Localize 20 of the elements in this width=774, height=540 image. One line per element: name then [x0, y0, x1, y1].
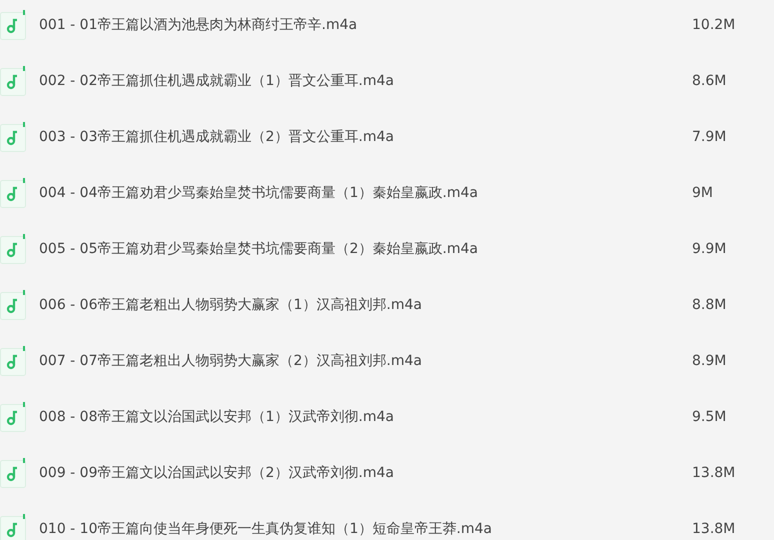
file-name[interactable]: 007 - 07帝王篇老粗出人物弱势大赢家（2）汉高祖刘邦.m4a	[39, 352, 692, 370]
file-name[interactable]: 005 - 05帝王篇劝君少骂秦始皇焚书坑儒要商量（2）秦始皇嬴政.m4a	[39, 240, 692, 258]
file-size: 8.9M	[692, 353, 728, 369]
file-name[interactable]: 010 - 10帝王篇向使当年身便死一生真伪复谁知（1）短命皇帝王莽.m4a	[39, 520, 692, 538]
file-name[interactable]: 002 - 02帝王篇抓住机遇成就霸业（1）晋文公重耳.m4a	[39, 72, 692, 90]
file-name[interactable]: 008 - 08帝王篇文以治国武以安邦（1）汉武帝刘彻.m4a	[39, 408, 692, 426]
file-size: 13.8M	[692, 521, 736, 537]
file-size: 8.8M	[692, 297, 728, 313]
file-size: 13.8M	[692, 465, 736, 481]
file-size: 8.6M	[692, 73, 728, 89]
file-size: 7.9M	[692, 129, 728, 145]
file-name[interactable]: 009 - 09帝王篇文以治国武以安邦（2）汉武帝刘彻.m4a	[39, 464, 692, 482]
file-name[interactable]: 004 - 04帝王篇劝君少骂秦始皇焚书坑儒要商量（1）秦始皇嬴政.m4a	[39, 184, 692, 202]
file-size: 9.5M	[692, 409, 728, 425]
file-size: 10.2M	[692, 17, 736, 33]
file-size: 9.9M	[692, 241, 728, 257]
file-name[interactable]: 006 - 06帝王篇老粗出人物弱势大赢家（1）汉高祖刘邦.m4a	[39, 296, 692, 314]
file-size: 9M	[692, 185, 714, 201]
file-name[interactable]: 003 - 03帝王篇抓住机遇成就霸业（2）晋文公重耳.m4a	[39, 128, 692, 146]
file-name[interactable]: 001 - 01帝王篇以酒为池悬肉为林商纣王帝辛.m4a	[39, 16, 692, 34]
